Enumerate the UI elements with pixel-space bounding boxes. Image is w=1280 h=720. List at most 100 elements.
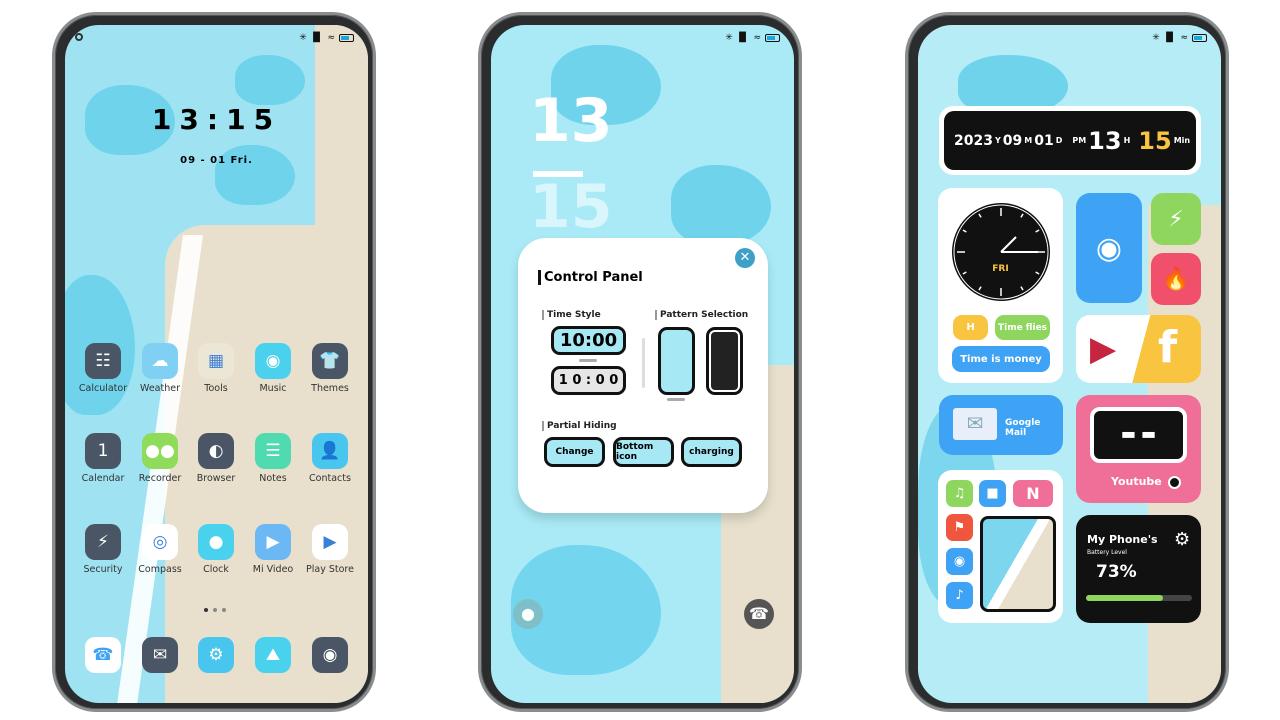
change-button[interactable]: Change (544, 437, 605, 467)
battery-bar (1086, 595, 1192, 601)
day-unit: D (1055, 136, 1063, 145)
tv-face-icon: ▬ ▬ (1090, 407, 1187, 463)
chrome-icon[interactable]: ◉ (946, 548, 973, 575)
page-indicator[interactable] (204, 608, 226, 612)
clock-icon[interactable]: ● (198, 524, 234, 560)
battery-subtitle: Battery Level (1087, 549, 1127, 556)
recorder-icon[interactable]: ●● (142, 433, 178, 469)
am-pm: PM (1072, 136, 1087, 145)
folder-icon[interactable]: ▦ (198, 343, 234, 379)
clock-hour: 13 (529, 86, 613, 156)
tiktok-music-icon[interactable]: ♫ (946, 480, 973, 507)
pattern-option-1[interactable] (658, 327, 695, 395)
app-label: Calendar (81, 473, 125, 484)
tinder-icon[interactable]: 🔥 (1151, 253, 1201, 305)
time-style-option-2[interactable]: 1 0 : 0 0 (551, 366, 626, 395)
h-pill[interactable]: H (953, 315, 988, 340)
day: 01 (1034, 132, 1054, 149)
month-unit: M (1024, 136, 1033, 145)
signal-icon: ✳ ▐▌ (725, 33, 750, 43)
app-label: Themes (311, 383, 349, 394)
battery-icon (339, 34, 354, 42)
year: 2023 (954, 132, 993, 149)
home-screen: ✳ ▐▌ ≈ 13:15 09 - 01 Fri. ☷ Calculator ☁ Wea… (65, 25, 368, 703)
weather-icon[interactable]: ☁ (142, 343, 178, 379)
gallery-icon[interactable]: ⛰ (255, 637, 291, 673)
clock-time: 13:15 (151, 103, 282, 136)
record-icon (1168, 476, 1181, 489)
apps-widget: ▶ f (1076, 315, 1201, 383)
video-icon[interactable]: ▶ (255, 524, 291, 560)
close-button[interactable]: ✕ (735, 248, 755, 268)
mail-icon: ✉ (953, 408, 997, 440)
app-grid-widget: ♫ ■ N ⚑ ◉ ♪ (938, 470, 1063, 623)
camera-hole (75, 33, 83, 41)
phone-3: ✳ ▐▌ ≈ 2023 Y 09 M 01 D PM 13 H 15 Min FRI H T… (905, 12, 1229, 712)
phone-icon[interactable]: ☎ (85, 637, 121, 673)
month: 09 (1002, 132, 1023, 149)
minute: 15 (1138, 126, 1172, 155)
app-label: Play Store (306, 564, 354, 575)
notes-icon[interactable]: ☰ (255, 433, 291, 469)
status-bar: ✳ ▐▌ ≈ (725, 33, 780, 43)
play-movies-icon[interactable]: ▶ (1090, 329, 1116, 369)
app-label: Browser (196, 473, 236, 484)
app-label: Compass (138, 564, 182, 575)
analog-clock (950, 201, 1052, 303)
instagram-icon[interactable]: ◉ (1076, 193, 1142, 303)
compass-icon[interactable]: ◎ (142, 524, 178, 560)
youtube-label: Youtube (1111, 475, 1162, 488)
time-style-option-1[interactable]: 10:00 (551, 326, 626, 355)
signal-icon: ✳ ▐▌ (299, 33, 324, 43)
chat-bubble-icon[interactable]: ● (513, 599, 543, 629)
pattern-option-2[interactable] (706, 327, 743, 395)
messenger-icon[interactable]: ⚡ (1151, 193, 1201, 245)
zoom-video-icon[interactable]: ■ (979, 480, 1006, 507)
play-store-icon[interactable]: ▶ (312, 524, 348, 560)
phone-call-icon[interactable]: ☎ (744, 599, 774, 629)
messages-icon[interactable]: ✉ (142, 637, 178, 673)
netflix-icon[interactable]: N (1013, 480, 1053, 507)
time-flies-pill[interactable]: Time flies (995, 315, 1050, 340)
charging-button[interactable]: charging (681, 437, 742, 467)
security-icon[interactable]: ⚡ (85, 524, 121, 560)
time-is-money-pill[interactable]: Time is money (952, 346, 1050, 372)
calculator-icon[interactable]: ☷ (85, 343, 121, 379)
browser-icon[interactable]: ◐ (198, 433, 234, 469)
facebook-icon[interactable]: f (1158, 321, 1177, 375)
app-label: Mi Video (252, 564, 294, 575)
tiktok-icon[interactable]: ♪ (946, 582, 973, 609)
clock-day: FRI (992, 264, 1009, 274)
hour-unit: H (1123, 136, 1131, 145)
music-icon[interactable]: ◉ (255, 343, 291, 379)
widget-screen: ✳ ▐▌ ≈ 2023 Y 09 M 01 D PM 13 H 15 Min FRI H T… (918, 25, 1221, 703)
maps-icon[interactable]: ⚑ (946, 514, 973, 541)
app-label: Weather (140, 383, 180, 394)
calendar-icon[interactable]: 1 (85, 433, 121, 469)
app-label: Clock (203, 564, 229, 575)
date-time-widget[interactable]: 2023 Y 09 M 01 D PM 13 H 15 Min (939, 106, 1201, 175)
hour: 13 (1088, 126, 1122, 155)
wifi-icon: ≈ (753, 33, 761, 43)
bottom-icon-button[interactable]: Bottom icon (613, 437, 674, 467)
app-label: Music (259, 383, 287, 394)
status-bar: ✳ ▐▌ ≈ (299, 33, 354, 43)
battery-icon (765, 34, 780, 42)
lock-screen: ✳ ▐▌ ≈ 13 15 ✕ Control Panel Time Style P… (491, 25, 794, 703)
wallpaper-preview[interactable] (980, 516, 1056, 612)
settings-gear-icon[interactable]: ⚙ (1174, 529, 1190, 550)
year-unit: Y (994, 136, 1001, 145)
analog-clock-widget[interactable]: FRI H Time flies Time is money (938, 188, 1063, 383)
contacts-icon[interactable]: 👤 (312, 433, 348, 469)
scrollbar[interactable] (642, 338, 645, 388)
battery-percent: 73% (1096, 562, 1137, 582)
youtube-widget[interactable]: ▬ ▬ Youtube (1076, 395, 1201, 503)
camera-icon[interactable]: ◉ (312, 637, 348, 673)
themes-icon[interactable]: 👕 (312, 343, 348, 379)
clock-minute: 15 (529, 172, 613, 242)
app-label: Recorder (138, 473, 182, 484)
pattern-label: Pattern Selection (655, 310, 748, 320)
battery-widget: My Phone's Battery Level ⚙ 73% (1076, 515, 1201, 623)
settings-icon[interactable]: ⚙ (198, 637, 234, 673)
gmail-widget[interactable]: ✉ Google Mail (939, 395, 1063, 455)
